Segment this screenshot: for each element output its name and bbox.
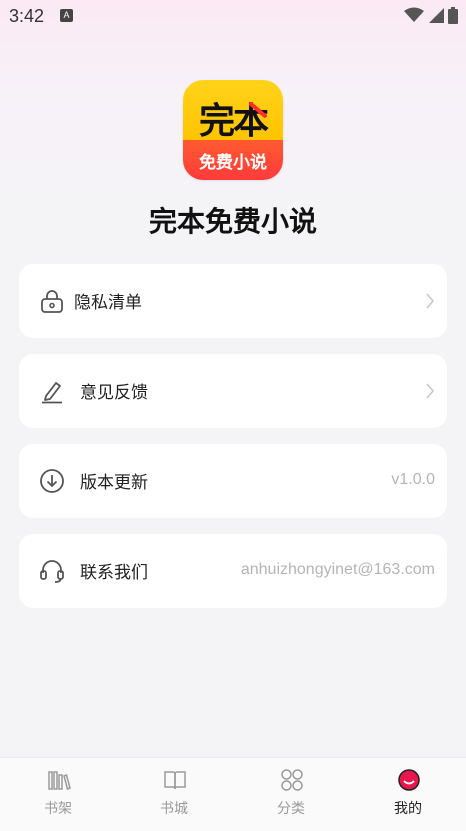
app-logo: 完本 免费小说 bbox=[183, 80, 283, 180]
menu-item-label: 联系我们 bbox=[80, 563, 148, 583]
tab-bookstore[interactable]: 书城 bbox=[116, 758, 232, 831]
tab-label: 我的 bbox=[394, 801, 422, 817]
lock-icon bbox=[41, 290, 63, 313]
tab-category[interactable]: 分类 bbox=[233, 758, 349, 831]
menu-item-version-update[interactable]: 版本更新 v1.0.0 bbox=[19, 444, 447, 518]
status-time: 3:42 bbox=[9, 6, 45, 26]
tab-label: 书城 bbox=[160, 801, 188, 817]
open-book-icon bbox=[164, 771, 186, 790]
wifi-icon bbox=[404, 7, 424, 22]
system-icons bbox=[404, 6, 458, 24]
chevron-right-icon bbox=[426, 293, 435, 309]
chevron-right-icon bbox=[426, 383, 435, 399]
menu-item-contact-us[interactable]: 联系我们 anhuizhongyinet@163.com bbox=[19, 534, 447, 608]
logo-subtitle-text: 免费小说 bbox=[199, 153, 267, 173]
tab-mine[interactable]: 我的 bbox=[350, 758, 466, 831]
category-grid-icon bbox=[281, 769, 303, 791]
tab-label: 分类 bbox=[277, 801, 305, 817]
profile-face-icon bbox=[398, 769, 420, 791]
status-bar: 3:42 A bbox=[0, 0, 466, 32]
menu-item-feedback[interactable]: 意见反馈 bbox=[19, 354, 447, 428]
bottom-tab-bar: 书架 书城 分类 我的 bbox=[0, 757, 466, 831]
menu-item-privacy-list[interactable]: 隐私清单 bbox=[19, 264, 447, 338]
notification-icon: A bbox=[60, 9, 73, 22]
edit-pen-icon bbox=[42, 382, 62, 404]
app-name: 完本免费小说 bbox=[148, 205, 317, 238]
menu-item-label: 隐私清单 bbox=[74, 293, 142, 313]
menu-item-label: 版本更新 bbox=[80, 473, 148, 493]
headset-icon bbox=[40, 560, 64, 583]
contact-email-value[interactable]: anhuizhongyinet@163.com bbox=[241, 561, 435, 579]
signal-icon bbox=[429, 8, 444, 23]
tab-bookshelf[interactable]: 书架 bbox=[0, 758, 116, 831]
battery-icon bbox=[448, 6, 458, 24]
logo-title-text: 完本 bbox=[198, 101, 269, 142]
download-circle-icon bbox=[40, 469, 64, 493]
menu-item-label: 意见反馈 bbox=[80, 383, 148, 403]
version-value: v1.0.0 bbox=[391, 471, 435, 488]
bookshelf-icon bbox=[48, 771, 71, 791]
tab-label: 书架 bbox=[44, 801, 72, 817]
